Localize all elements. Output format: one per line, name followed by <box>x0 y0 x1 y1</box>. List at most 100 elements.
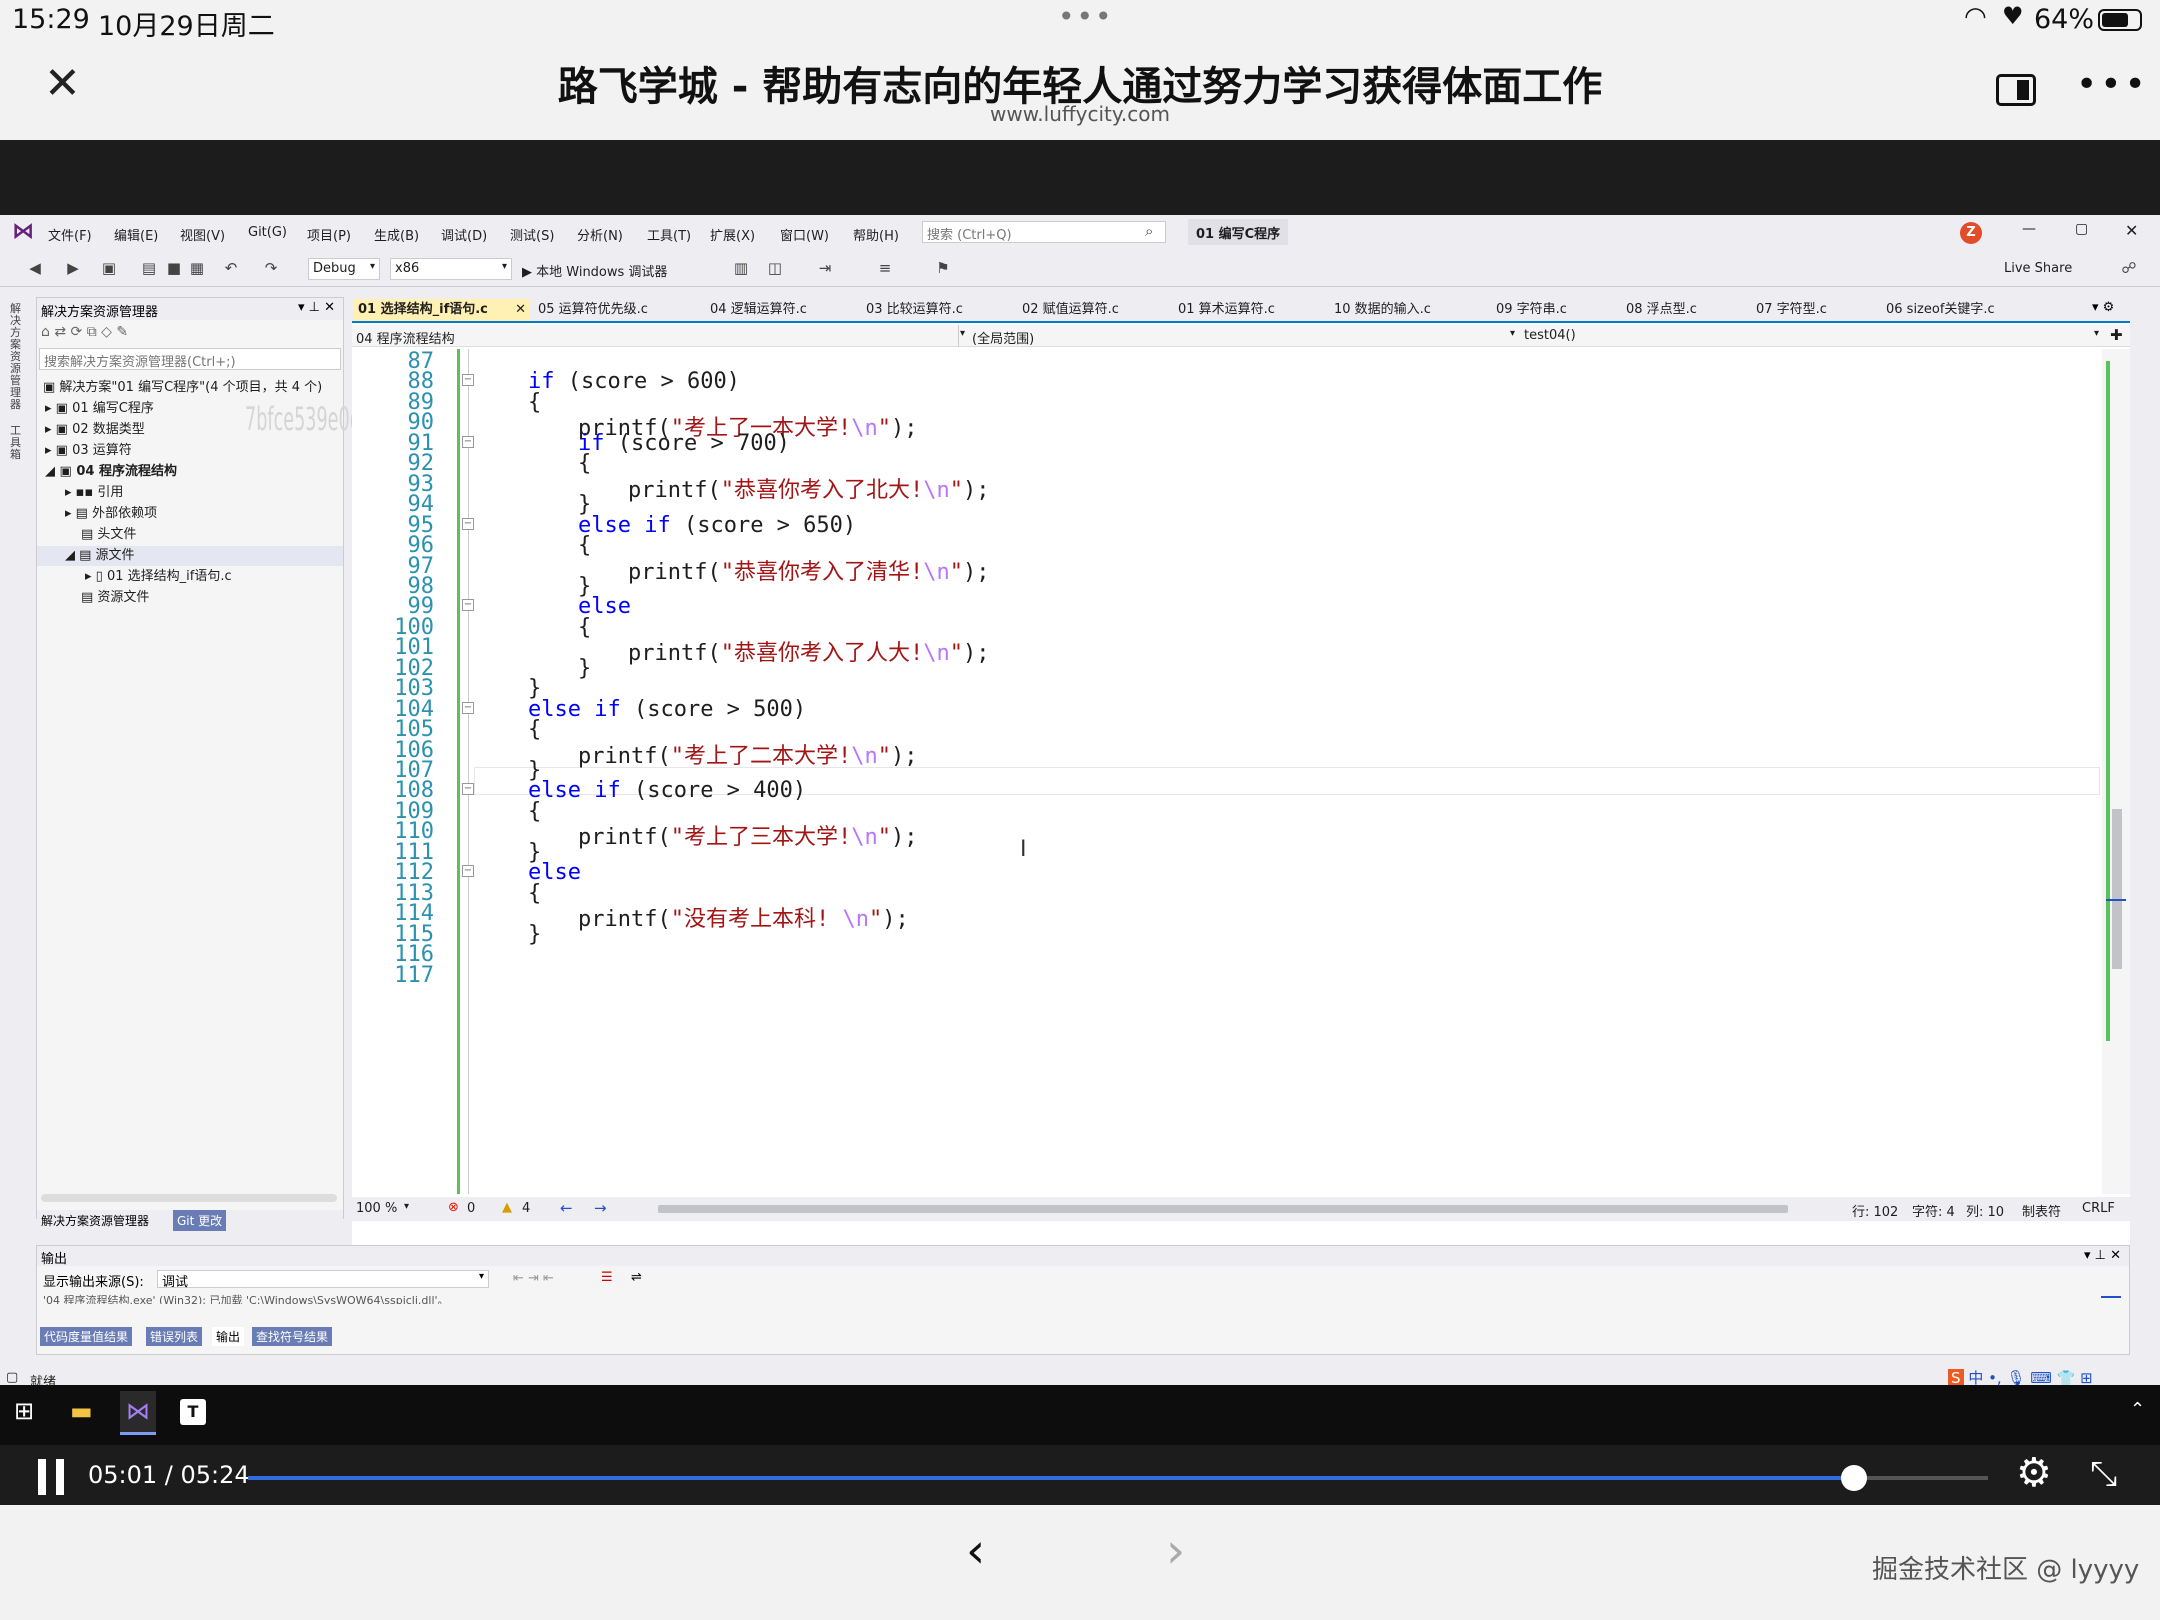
pin-icon[interactable]: ▾ ⊥ ✕ <box>298 300 335 315</box>
nav-project[interactable]: 04 程序流程结构 <box>356 328 455 347</box>
fold-toggle-icon[interactable]: − <box>462 374 474 387</box>
undo-icon[interactable]: ↶ <box>222 259 240 277</box>
menu-tools[interactable]: 工具(T) <box>647 225 691 244</box>
config-select[interactable]: Debug ▾ <box>308 258 380 280</box>
fold-toggle-icon[interactable]: − <box>462 783 474 796</box>
fold-toggle-icon[interactable]: − <box>462 701 474 714</box>
chevron-up-icon[interactable]: ⌃ <box>2130 1399 2145 1420</box>
word-wrap-icon[interactable]: ⇌ <box>631 1270 642 1285</box>
save-all-icon[interactable]: ▦ <box>188 259 206 277</box>
pin-icon[interactable]: ▾ ⊥ ✕ <box>2084 1248 2121 1263</box>
minimize-icon[interactable]: — <box>2022 221 2036 237</box>
video-progress-track[interactable] <box>248 1465 1988 1491</box>
tab-error-list[interactable]: 错误列表 <box>146 1327 203 1346</box>
menu-test[interactable]: 测试(S) <box>510 225 554 244</box>
tree-item-external-deps[interactable]: ▸ ▤ 外部依赖项 <box>65 504 157 524</box>
tree-item-project-02[interactable]: ▸ ▣ 02 数据类型 <box>45 420 145 440</box>
open-icon[interactable]: ▤ <box>140 259 158 277</box>
tab-overflow-icon[interactable]: ▾ ⚙ <box>2092 300 2114 315</box>
live-share-button[interactable]: Live Share <box>2004 261 2072 276</box>
redo-icon[interactable]: ↷ <box>262 259 280 277</box>
horizontal-scrollbar[interactable] <box>658 1205 1788 1213</box>
exit-fullscreen-icon[interactable]: ⤡ <box>2090 1457 2117 1491</box>
zoom-level[interactable]: 100 % <box>356 1201 397 1216</box>
output-source-select[interactable]: 调试 ▾ <box>157 1270 489 1290</box>
tab-active[interactable]: 01 选择结构_if语句.c ✕ <box>354 299 530 321</box>
visual-studio-taskbar-icon[interactable]: ⋈ <box>120 1391 156 1435</box>
menu-help[interactable]: 帮助(H) <box>853 225 899 244</box>
close-icon[interactable]: ✕ <box>44 62 81 106</box>
tree-item-project-01[interactable]: ▸ ▣ 01 编写C程序 <box>45 399 154 419</box>
typora-icon[interactable]: T <box>180 1399 206 1425</box>
fold-toggle-icon[interactable]: − <box>462 865 474 878</box>
split-view-icon[interactable] <box>1996 74 2036 106</box>
pause-icon-bar[interactable] <box>56 1459 64 1495</box>
fold-toggle-icon[interactable]: − <box>462 435 474 448</box>
menu-window[interactable]: 窗口(W) <box>780 225 829 244</box>
menu-project[interactable]: 项目(P) <box>307 225 351 244</box>
forward-icon[interactable]: ▶ <box>64 259 82 277</box>
forward-arrow-icon[interactable]: › <box>1166 1527 1185 1575</box>
comment-icon[interactable]: ≡ <box>876 259 894 277</box>
menu-edit[interactable]: 编辑(E) <box>114 225 158 244</box>
screenshot-icon[interactable]: ◫ <box>766 259 784 277</box>
video-progress-knob[interactable] <box>1840 1465 1867 1491</box>
run-debugger-button[interactable]: ▶ 本地 Windows 调试器 <box>522 261 667 280</box>
indent-icon[interactable]: ⇥ <box>816 259 834 277</box>
menu-file[interactable]: 文件(F) <box>48 225 92 244</box>
save-icon[interactable]: ■ <box>165 259 183 277</box>
more-icon[interactable]: ••• <box>2076 64 2149 105</box>
fold-toggle-icon[interactable]: − <box>462 599 474 612</box>
document-tab[interactable]: 07 字符型.c <box>1752 299 1878 321</box>
document-tab[interactable]: 10 数据的输入.c <box>1330 299 1482 321</box>
tabs-indicator[interactable]: 制表符 <box>2022 1201 2061 1220</box>
folder-icon[interactable]: ▥ <box>732 259 750 277</box>
document-tab[interactable]: 09 字符串.c <box>1492 299 1618 321</box>
tab-solution-explorer[interactable]: 解决方案资源管理器 <box>41 1212 149 1229</box>
tree-item-project-03[interactable]: ▸ ▣ 03 运算符 <box>45 441 132 461</box>
document-tab[interactable]: 05 运算符优先级.c <box>534 299 702 321</box>
arrow-left-icon[interactable]: ← <box>560 1199 573 1217</box>
file-explorer-icon[interactable]: ▬ <box>70 1399 93 1423</box>
settings-gear-icon[interactable]: ⚙ <box>2016 1453 2052 1493</box>
output-nav-icon[interactable]: ⇤ ⇥ ⇤ <box>513 1271 554 1286</box>
document-tab[interactable]: 04 逻辑运算符.c <box>706 299 858 321</box>
side-tab-toolbox[interactable]: 工具箱 <box>10 425 24 461</box>
tab-output[interactable]: 输出 <box>212 1327 245 1346</box>
menu-analyze[interactable]: 分析(N) <box>577 225 623 244</box>
user-avatar[interactable]: Z <box>1960 222 1982 244</box>
menu-debug[interactable]: 调试(D) <box>441 225 487 244</box>
tab-find-symbol[interactable]: 查找符号结果 <box>252 1327 333 1346</box>
home-icon[interactable]: ⌂ ⇄ ⟳ ⧉ ◇ ✎ <box>41 324 128 340</box>
horizontal-scrollbar[interactable] <box>41 1194 337 1202</box>
document-tab[interactable]: 06 sizeof关键字.c <box>1882 299 2060 321</box>
code-area[interactable]: I 87 88− if (score > 600) 89{90 printf("考上了一… <box>352 349 2112 1194</box>
menu-view[interactable]: 视图(V) <box>180 225 225 244</box>
tab-code-metrics[interactable]: 代码度量值结果 <box>40 1327 133 1346</box>
vertical-scrollbar[interactable] <box>2102 349 2130 1194</box>
tree-item-references[interactable]: ▸ ▪▪ 引用 <box>65 483 123 503</box>
split-icon[interactable]: ✚ <box>2110 326 2123 344</box>
tab-git-changes[interactable]: Git 更改 <box>173 1210 227 1231</box>
tree-item-headers[interactable]: ▤ 头文件 <box>81 525 136 545</box>
maximize-icon[interactable]: ▢ <box>2075 221 2088 237</box>
multitask-dots-icon[interactable]: ••• <box>1058 0 1114 33</box>
side-tab-solution-explorer[interactable]: 解决方案资源管理器 <box>10 303 24 411</box>
tree-item-resources[interactable]: ▤ 资源文件 <box>81 588 149 608</box>
clear-all-icon[interactable]: ☰ <box>601 1270 613 1285</box>
arrow-right-icon[interactable]: → <box>594 1199 607 1217</box>
menu-build[interactable]: 生成(B) <box>374 225 419 244</box>
solution-explorer-search[interactable]: 搜索解决方案资源管理器(Ctrl+;) <box>39 348 341 370</box>
pause-icon[interactable] <box>38 1459 46 1495</box>
menu-git[interactable]: Git(G) <box>248 225 287 240</box>
nav-member[interactable]: test04() <box>1524 328 1576 343</box>
eol-indicator[interactable]: CRLF <box>2082 1201 2115 1216</box>
document-tab[interactable]: 02 赋值运算符.c <box>1018 299 1170 321</box>
tree-item-file-if[interactable]: ▸ ▯ 01 选择结构_if语句.c <box>85 567 232 587</box>
document-tab[interactable]: 01 算术运算符.c <box>1174 299 1326 321</box>
window-close-icon[interactable]: ✕ <box>2125 221 2138 240</box>
error-count[interactable]: 0 <box>467 1201 475 1216</box>
back-arrow-icon[interactable]: ‹ <box>966 1527 985 1575</box>
new-project-icon[interactable]: ▣ <box>100 259 118 277</box>
tree-item-sources[interactable]: ◢ ▤ 源文件 <box>37 546 343 566</box>
